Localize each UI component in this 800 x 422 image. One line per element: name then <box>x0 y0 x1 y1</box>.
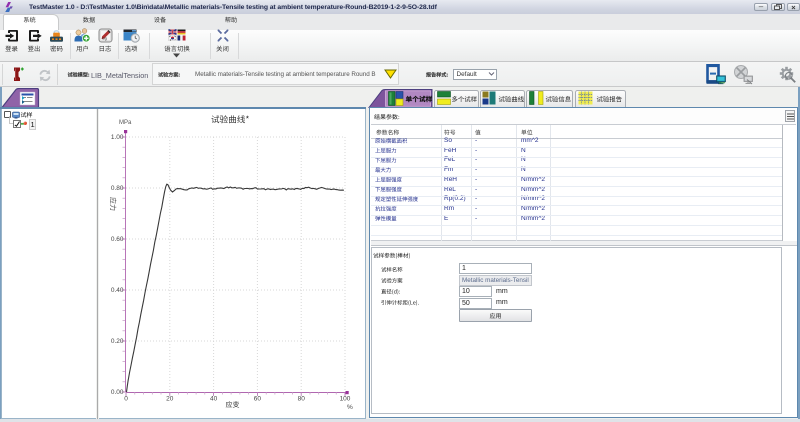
svg-text:log: log <box>102 37 107 41</box>
svg-text:0.20: 0.20 <box>111 338 124 345</box>
svg-text:20: 20 <box>166 395 174 402</box>
svg-text:0: 0 <box>124 395 128 402</box>
svg-text:1.00: 1.00 <box>111 134 124 141</box>
svg-text:0.00: 0.00 <box>111 389 124 396</box>
svg-text:80: 80 <box>298 395 306 402</box>
svg-text:0.40: 0.40 <box>111 287 124 294</box>
svg-text:0.80: 0.80 <box>111 185 124 192</box>
svg-text:0.60: 0.60 <box>111 236 124 243</box>
svg-text:40: 40 <box>210 395 218 402</box>
svg-text:60: 60 <box>254 395 262 402</box>
svg-text:MPa: MPa <box>119 120 132 126</box>
svg-text:%: % <box>347 404 353 411</box>
svg-text:100: 100 <box>340 395 351 402</box>
